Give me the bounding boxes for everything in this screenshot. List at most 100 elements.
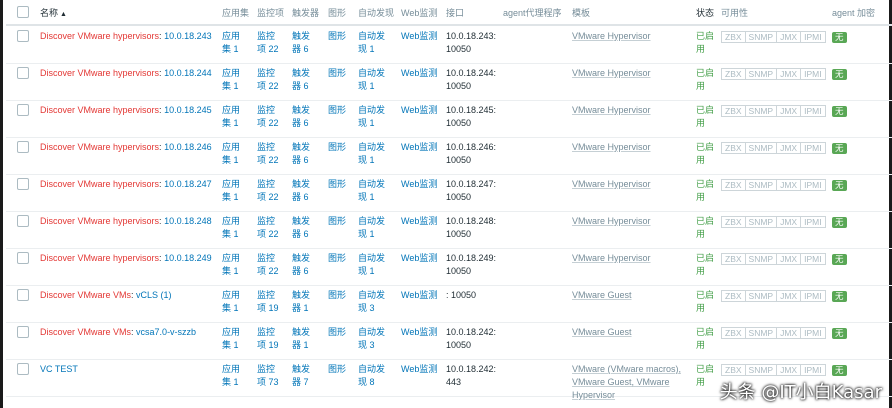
row-checkbox[interactable] <box>17 141 29 153</box>
items-link[interactable]: 监控项 22 <box>257 215 293 241</box>
items-link[interactable]: 监控项 22 <box>257 104 293 130</box>
web-link[interactable]: Web监测 <box>401 104 445 117</box>
templates-list[interactable]: VMware Guest <box>572 326 692 339</box>
discovery-rule-link[interactable]: Discover VMware VMs <box>40 327 131 337</box>
templates-list[interactable]: VMware Hypervisor <box>572 215 692 228</box>
discovery-rule-link[interactable]: Discover VMware hypervisors <box>40 179 159 189</box>
discovery-link[interactable]: 自动发现 3 <box>358 326 398 352</box>
host-name-link[interactable]: vcsa7.0-v-szzb <box>136 327 196 337</box>
applications-link[interactable]: 应用集 1 <box>222 141 256 167</box>
host-name-link[interactable]: 10.0.18.249 <box>164 253 212 263</box>
triggers-link[interactable]: 触发器 6 <box>292 141 326 167</box>
items-link[interactable]: 监控项 19 <box>257 326 293 352</box>
web-link[interactable]: Web监测 <box>401 67 445 80</box>
applications-link[interactable]: 应用集 1 <box>222 363 256 389</box>
discovery-link[interactable]: 自动发现 1 <box>358 252 398 278</box>
items-link[interactable]: 监控项 22 <box>257 252 293 278</box>
row-checkbox[interactable] <box>17 326 29 338</box>
templates-list[interactable]: VMware Hypervisor <box>572 30 692 43</box>
host-name-link[interactable]: 10.0.18.246 <box>164 142 212 152</box>
applications-link[interactable]: 应用集 1 <box>222 67 256 93</box>
graphs-link[interactable]: 图形 <box>328 326 358 339</box>
graphs-link[interactable]: 图形 <box>328 215 358 228</box>
web-link[interactable]: Web监测 <box>401 252 445 265</box>
triggers-link[interactable]: 触发器 6 <box>292 104 326 130</box>
status-toggle[interactable]: 已启用 <box>696 104 718 130</box>
applications-link[interactable]: 应用集 1 <box>222 289 256 315</box>
row-checkbox[interactable] <box>17 178 29 190</box>
applications-link[interactable]: 应用集 1 <box>222 30 256 56</box>
row-checkbox[interactable] <box>17 289 29 301</box>
web-link[interactable]: Web监测 <box>401 326 445 339</box>
items-link[interactable]: 监控项 73 <box>257 363 293 389</box>
discovery-link[interactable]: 自动发现 1 <box>358 67 398 93</box>
web-link[interactable]: Web监测 <box>401 30 445 43</box>
discovery-link[interactable]: 自动发现 8 <box>358 363 398 389</box>
triggers-link[interactable]: 触发器 1 <box>292 326 326 352</box>
discovery-link[interactable]: 自动发现 1 <box>358 30 398 56</box>
triggers-link[interactable]: 触发器 7 <box>292 363 326 389</box>
discovery-link[interactable]: 自动发现 1 <box>358 141 398 167</box>
web-link[interactable]: Web监测 <box>401 215 445 228</box>
discovery-rule-link[interactable]: Discover VMware VMs <box>40 290 131 300</box>
triggers-link[interactable]: 触发器 6 <box>292 178 326 204</box>
row-checkbox[interactable] <box>17 30 29 42</box>
discovery-link[interactable]: 自动发现 3 <box>358 289 398 315</box>
graphs-link[interactable]: 图形 <box>328 67 358 80</box>
web-link[interactable]: Web监测 <box>401 178 445 191</box>
templates-list[interactable]: VMware Hypervisor <box>572 104 692 117</box>
status-toggle[interactable]: 已启用 <box>696 67 718 93</box>
discovery-rule-link[interactable]: Discover VMware hypervisors <box>40 31 159 41</box>
graphs-link[interactable]: 图形 <box>328 104 358 117</box>
discovery-rule-link[interactable]: Discover VMware hypervisors <box>40 253 159 263</box>
graphs-link[interactable]: 图形 <box>328 30 358 43</box>
items-link[interactable]: 监控项 19 <box>257 289 293 315</box>
row-checkbox[interactable] <box>17 67 29 79</box>
triggers-link[interactable]: 触发器 6 <box>292 252 326 278</box>
discovery-link[interactable]: 自动发现 1 <box>358 215 398 241</box>
col-status-header[interactable]: 状态 <box>696 7 714 20</box>
applications-link[interactable]: 应用集 1 <box>222 215 256 241</box>
graphs-link[interactable]: 图形 <box>328 141 358 154</box>
items-link[interactable]: 监控项 22 <box>257 141 293 167</box>
graphs-link[interactable]: 图形 <box>328 289 358 302</box>
select-all-checkbox[interactable] <box>17 6 29 18</box>
discovery-rule-link[interactable]: Discover VMware hypervisors <box>40 68 159 78</box>
graphs-link[interactable]: 图形 <box>328 363 358 376</box>
applications-link[interactable]: 应用集 1 <box>222 252 256 278</box>
items-link[interactable]: 监控项 22 <box>257 67 293 93</box>
host-name-link[interactable]: vCLS (1) <box>136 290 172 300</box>
triggers-link[interactable]: 触发器 1 <box>292 289 326 315</box>
status-toggle[interactable]: 已启用 <box>696 215 718 241</box>
triggers-link[interactable]: 触发器 6 <box>292 67 326 93</box>
status-toggle[interactable]: 已启用 <box>696 326 718 352</box>
discovery-link[interactable]: 自动发现 1 <box>358 104 398 130</box>
graphs-link[interactable]: 图形 <box>328 252 358 265</box>
discovery-link[interactable]: 自动发现 1 <box>358 178 398 204</box>
row-checkbox[interactable] <box>17 363 29 375</box>
items-link[interactable]: 监控项 22 <box>257 30 293 56</box>
discovery-rule-link[interactable]: Discover VMware hypervisors <box>40 216 159 226</box>
applications-link[interactable]: 应用集 1 <box>222 104 256 130</box>
applications-link[interactable]: 应用集 1 <box>222 326 256 352</box>
status-toggle[interactable]: 已启用 <box>696 252 718 278</box>
triggers-link[interactable]: 触发器 6 <box>292 215 326 241</box>
host-name-link[interactable]: 10.0.18.244 <box>164 68 212 78</box>
templates-list[interactable]: VMware Hypervisor <box>572 178 692 191</box>
status-toggle[interactable]: 已启用 <box>696 141 718 167</box>
items-link[interactable]: 监控项 22 <box>257 178 293 204</box>
status-toggle[interactable]: 已启用 <box>696 289 718 315</box>
templates-list[interactable]: VMware Hypervisor <box>572 252 692 265</box>
triggers-link[interactable]: 触发器 6 <box>292 30 326 56</box>
web-link[interactable]: Web监测 <box>401 289 445 302</box>
graphs-link[interactable]: 图形 <box>328 178 358 191</box>
templates-list[interactable]: VMware Hypervisor <box>572 67 692 80</box>
host-name-link[interactable]: 10.0.18.248 <box>164 216 212 226</box>
host-name-link[interactable]: 10.0.18.243 <box>164 31 212 41</box>
status-toggle[interactable]: 已启用 <box>696 178 718 204</box>
status-toggle[interactable]: 已启用 <box>696 363 718 389</box>
host-name-link[interactable]: 10.0.18.247 <box>164 179 212 189</box>
row-checkbox[interactable] <box>17 104 29 116</box>
templates-list[interactable]: VMware Guest <box>572 289 692 302</box>
web-link[interactable]: Web监测 <box>401 363 445 376</box>
